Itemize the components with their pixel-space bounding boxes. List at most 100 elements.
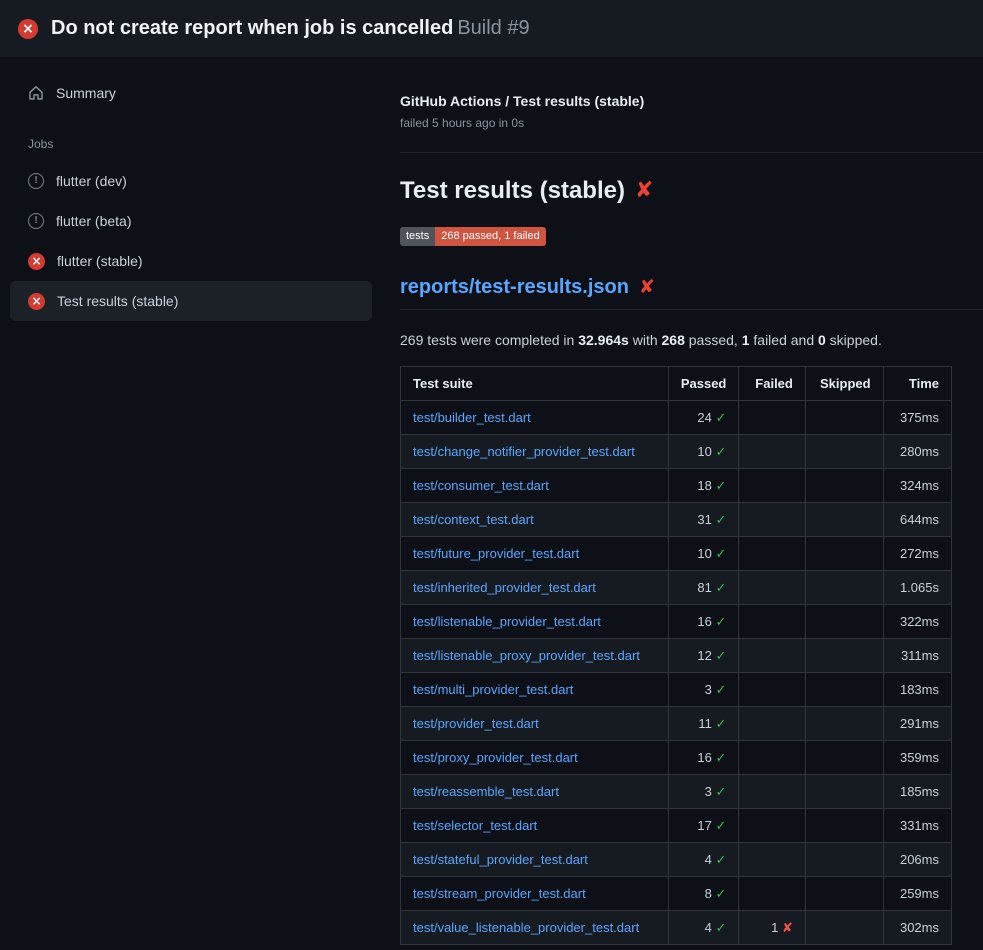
failed-cell bbox=[739, 537, 805, 571]
test-suite-link[interactable]: test/selector_test.dart bbox=[413, 818, 537, 833]
time-cell: 302ms bbox=[883, 911, 951, 945]
sidebar-item-job[interactable]: ×flutter (stable) bbox=[10, 241, 372, 281]
check-icon: ✓ bbox=[715, 717, 726, 732]
sidebar-item-job[interactable]: × Test results (stable) bbox=[10, 281, 372, 321]
test-suite-cell: test/proxy_provider_test.dart bbox=[401, 741, 669, 775]
time-cell: 1.065s bbox=[883, 571, 951, 605]
passed-count: 4 bbox=[705, 920, 716, 935]
failed-cell bbox=[739, 469, 805, 503]
test-suite-link[interactable]: test/proxy_provider_test.dart bbox=[413, 750, 578, 765]
failed-cell bbox=[739, 775, 805, 809]
passed-cell: 11 ✓ bbox=[668, 707, 739, 741]
sidebar-item-label: flutter (dev) bbox=[56, 173, 127, 189]
skipped-cell bbox=[805, 707, 883, 741]
check-icon: ✓ bbox=[715, 751, 726, 766]
summary-segment: 1 bbox=[742, 332, 750, 348]
test-suite-cell: test/listenable_provider_test.dart bbox=[401, 605, 669, 639]
test-suite-link[interactable]: test/value_listenable_provider_test.dart bbox=[413, 920, 639, 935]
sidebar-item-label: Test results (stable) bbox=[57, 293, 178, 309]
passed-cell: 81 ✓ bbox=[668, 571, 739, 605]
sidebar-item-summary[interactable]: Summary bbox=[10, 75, 372, 111]
failed-cell bbox=[739, 571, 805, 605]
table-row: test/listenable_proxy_provider_test.dart… bbox=[401, 639, 952, 673]
failed-cell bbox=[739, 707, 805, 741]
check-icon: ✓ bbox=[715, 547, 726, 562]
failed-cell bbox=[739, 435, 805, 469]
check-icon: ✓ bbox=[715, 411, 726, 426]
time-cell: 359ms bbox=[883, 741, 951, 775]
test-suite-link[interactable]: test/change_notifier_provider_test.dart bbox=[413, 444, 635, 459]
passed-count: 8 bbox=[705, 886, 716, 901]
report-file-link[interactable]: reports/test-results.json bbox=[400, 276, 629, 299]
summary-segment: skipped. bbox=[826, 332, 882, 348]
time-cell: 644ms bbox=[883, 503, 951, 537]
failed-status-icon: × bbox=[28, 293, 45, 310]
test-suite-link[interactable]: test/context_test.dart bbox=[413, 512, 534, 527]
passed-count: 17 bbox=[697, 818, 715, 833]
passed-count: 31 bbox=[697, 512, 715, 527]
page-header: × Do not create report when job is cance… bbox=[0, 0, 983, 57]
passed-cell: 3 ✓ bbox=[668, 673, 739, 707]
sidebar-item-job[interactable]: !flutter (beta) bbox=[10, 201, 372, 241]
test-suite-link[interactable]: test/consumer_test.dart bbox=[413, 478, 549, 493]
test-suite-link[interactable]: test/stateful_provider_test.dart bbox=[413, 852, 588, 867]
failed-status-icon: × bbox=[28, 253, 45, 270]
test-suite-link[interactable]: test/future_provider_test.dart bbox=[413, 546, 579, 561]
column-header: Time bbox=[883, 367, 951, 401]
test-suite-link[interactable]: test/builder_test.dart bbox=[413, 410, 531, 425]
tests-badge: tests 268 passed, 1 failed bbox=[400, 227, 546, 246]
passed-cell: 10 ✓ bbox=[668, 537, 739, 571]
failed-status-icon: × bbox=[18, 19, 38, 39]
summary-segment: 269 tests were completed in bbox=[400, 332, 578, 348]
column-header: Test suite bbox=[401, 367, 669, 401]
summary-segment: failed and bbox=[750, 332, 819, 348]
failed-cell bbox=[739, 639, 805, 673]
failed-cell bbox=[739, 843, 805, 877]
check-icon: ✓ bbox=[715, 683, 726, 698]
passed-cell: 16 ✓ bbox=[668, 741, 739, 775]
skipped-cell bbox=[805, 469, 883, 503]
check-icon: ✓ bbox=[715, 445, 726, 460]
test-suite-link[interactable]: test/multi_provider_test.dart bbox=[413, 682, 573, 697]
skipped-cell bbox=[805, 605, 883, 639]
test-suite-link[interactable]: test/stream_provider_test.dart bbox=[413, 886, 586, 901]
skipped-cell bbox=[805, 843, 883, 877]
passed-count: 3 bbox=[705, 682, 716, 697]
passed-cell: 18 ✓ bbox=[668, 469, 739, 503]
test-suite-link[interactable]: test/inherited_provider_test.dart bbox=[413, 580, 596, 595]
passed-cell: 4 ✓ bbox=[668, 911, 739, 945]
sidebar-item-job[interactable]: !flutter (dev) bbox=[10, 161, 372, 201]
passed-count: 10 bbox=[697, 444, 715, 459]
summary-text: 269 tests were completed in 32.964s with… bbox=[400, 332, 983, 348]
skipped-cell bbox=[805, 877, 883, 911]
passed-count: 24 bbox=[697, 410, 715, 425]
table-row: test/selector_test.dart17 ✓331ms bbox=[401, 809, 952, 843]
time-cell: 375ms bbox=[883, 401, 951, 435]
failed-cell: 1 ✘ bbox=[739, 911, 805, 945]
passed-count: 3 bbox=[705, 784, 716, 799]
test-suite-link[interactable]: test/listenable_proxy_provider_test.dart bbox=[413, 648, 640, 663]
passed-cell: 12 ✓ bbox=[668, 639, 739, 673]
table-row: test/stream_provider_test.dart8 ✓259ms bbox=[401, 877, 952, 911]
test-suite-link[interactable]: test/provider_test.dart bbox=[413, 716, 539, 731]
test-suite-link[interactable]: test/listenable_provider_test.dart bbox=[413, 614, 601, 629]
test-suite-link[interactable]: test/reassemble_test.dart bbox=[413, 784, 559, 799]
check-icon: ✓ bbox=[715, 581, 726, 596]
test-suite-cell: test/stateful_provider_test.dart bbox=[401, 843, 669, 877]
table-row: test/listenable_provider_test.dart16 ✓32… bbox=[401, 605, 952, 639]
jobs-list: !flutter (dev)!flutter (beta)×flutter (s… bbox=[10, 161, 372, 321]
test-suite-cell: test/selector_test.dart bbox=[401, 809, 669, 843]
table-row: test/stateful_provider_test.dart4 ✓206ms bbox=[401, 843, 952, 877]
passed-count: 4 bbox=[705, 852, 716, 867]
test-suite-cell: test/change_notifier_provider_test.dart bbox=[401, 435, 669, 469]
table-row: test/provider_test.dart11 ✓291ms bbox=[401, 707, 952, 741]
passed-cell: 8 ✓ bbox=[668, 877, 739, 911]
failed-cell bbox=[739, 741, 805, 775]
home-icon bbox=[28, 85, 44, 101]
badge-label: tests bbox=[400, 227, 435, 246]
failed-x-icon: ✘ bbox=[639, 278, 655, 297]
time-cell: 183ms bbox=[883, 673, 951, 707]
passed-count: 16 bbox=[697, 614, 715, 629]
skipped-cell bbox=[805, 503, 883, 537]
table-row: test/proxy_provider_test.dart 16 ✓ 359ms bbox=[401, 741, 952, 775]
